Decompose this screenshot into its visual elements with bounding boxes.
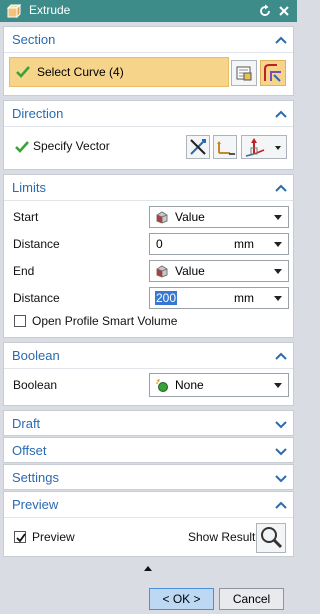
extrude-app-icon (7, 4, 21, 18)
limits-title: Limits (12, 180, 46, 195)
limits-header[interactable]: Limits (4, 175, 293, 201)
boolean-panel: Boolean Boolean None (3, 342, 294, 406)
check-icon (15, 141, 29, 153)
sketch-section-button[interactable] (231, 60, 257, 86)
start-type-select[interactable]: Value (149, 206, 289, 228)
show-result-button[interactable] (256, 523, 286, 553)
preview-label: Preview (32, 530, 75, 544)
end-distance-input[interactable]: 200 mm (149, 287, 289, 309)
chevron-down-icon (275, 146, 281, 150)
chevron-down-icon (274, 269, 282, 274)
specify-vector-label: Specify Vector (33, 139, 110, 153)
chevron-up-icon[interactable] (275, 351, 287, 361)
vector-dialog-icon (217, 141, 235, 155)
select-curve-label: Select Curve (4) (37, 65, 124, 79)
start-distance-unit: mm (234, 237, 254, 251)
chevron-up-icon[interactable] (275, 35, 287, 45)
direction-header[interactable]: Direction (4, 101, 293, 127)
boolean-label: Boolean (13, 378, 58, 392)
chevron-down-icon[interactable] (274, 296, 282, 301)
settings-header[interactable]: Settings (4, 465, 293, 491)
chevron-down-icon[interactable] (274, 242, 282, 247)
more-options-icon[interactable] (144, 566, 152, 571)
draft-panel: Draft (3, 410, 294, 436)
section-header[interactable]: Section (4, 27, 293, 53)
start-type-value: Value (175, 210, 205, 224)
reset-icon[interactable] (257, 3, 273, 19)
offset-panel: Offset (3, 437, 294, 463)
ok-button[interactable]: < OK > (149, 588, 214, 610)
chevron-down-icon[interactable] (275, 473, 287, 483)
preview-panel: Preview Preview Show Result (3, 491, 294, 557)
vector-type-dropdown[interactable] (241, 135, 287, 159)
end-distance-unit: mm (234, 291, 254, 305)
direction-title: Direction (12, 106, 64, 121)
reverse-direction-icon (190, 139, 206, 155)
settings-title: Settings (12, 470, 59, 485)
vector-axes-icon (245, 138, 265, 157)
vector-dialog-button[interactable] (213, 135, 237, 159)
chevron-up-icon[interactable] (275, 183, 287, 193)
close-icon[interactable] (276, 3, 292, 19)
cancel-button[interactable]: Cancel (219, 588, 284, 610)
select-curve-row[interactable]: Select Curve (4) (9, 57, 229, 87)
draft-header[interactable]: Draft (4, 411, 293, 437)
start-label: Start (13, 210, 39, 224)
settings-panel: Settings (3, 464, 294, 490)
chevron-up-icon[interactable] (275, 109, 287, 119)
end-distance-value: 200 (155, 291, 178, 305)
end-type-value: Value (175, 264, 205, 278)
preview-checkbox[interactable] (14, 531, 26, 543)
chevron-up-icon[interactable] (275, 500, 287, 510)
chevron-down-icon (274, 215, 282, 220)
section-title: Section (12, 32, 56, 47)
preview-title: Preview (12, 497, 59, 512)
boolean-select[interactable]: None (149, 373, 289, 397)
boolean-title: Boolean (12, 348, 60, 363)
start-distance-value: 0 (156, 237, 163, 251)
start-distance-input[interactable]: 0 mm (149, 233, 289, 255)
limits-panel: Limits Start Value Distance 0 mm End Val… (3, 174, 294, 338)
title-bar: Extrude (0, 0, 297, 22)
open-profile-checkbox[interactable] (14, 315, 26, 327)
sketch-icon (236, 66, 252, 81)
magnifier-icon (261, 527, 283, 549)
boolean-value: None (175, 378, 204, 392)
start-distance-label: Distance (13, 237, 60, 251)
boolean-header[interactable]: Boolean (4, 343, 293, 369)
offset-title: Offset (12, 443, 47, 458)
show-result-label: Show Result (188, 530, 256, 544)
offset-header[interactable]: Offset (4, 438, 293, 464)
end-type-select[interactable]: Value (149, 260, 289, 282)
value-icon (156, 265, 168, 278)
end-label: End (13, 264, 35, 278)
section-panel: Section Select Curve (4) (3, 26, 294, 96)
open-profile-label: Open Profile Smart Volume (32, 314, 178, 328)
end-distance-label: Distance (13, 291, 60, 305)
check-icon (16, 66, 30, 78)
value-icon (156, 211, 168, 224)
draft-title: Draft (12, 416, 41, 431)
chevron-down-icon (274, 383, 282, 388)
window-title: Extrude (29, 3, 71, 17)
checkmark-icon (16, 533, 26, 543)
curve-button[interactable] (260, 60, 286, 86)
boolean-none-icon (156, 379, 168, 392)
preview-header[interactable]: Preview (4, 492, 293, 518)
chevron-down-icon[interactable] (275, 419, 287, 429)
direction-panel: Direction Specify Vector (3, 100, 294, 170)
reverse-direction-button[interactable] (186, 135, 210, 159)
curve-icon (264, 64, 281, 82)
chevron-down-icon[interactable] (275, 446, 287, 456)
